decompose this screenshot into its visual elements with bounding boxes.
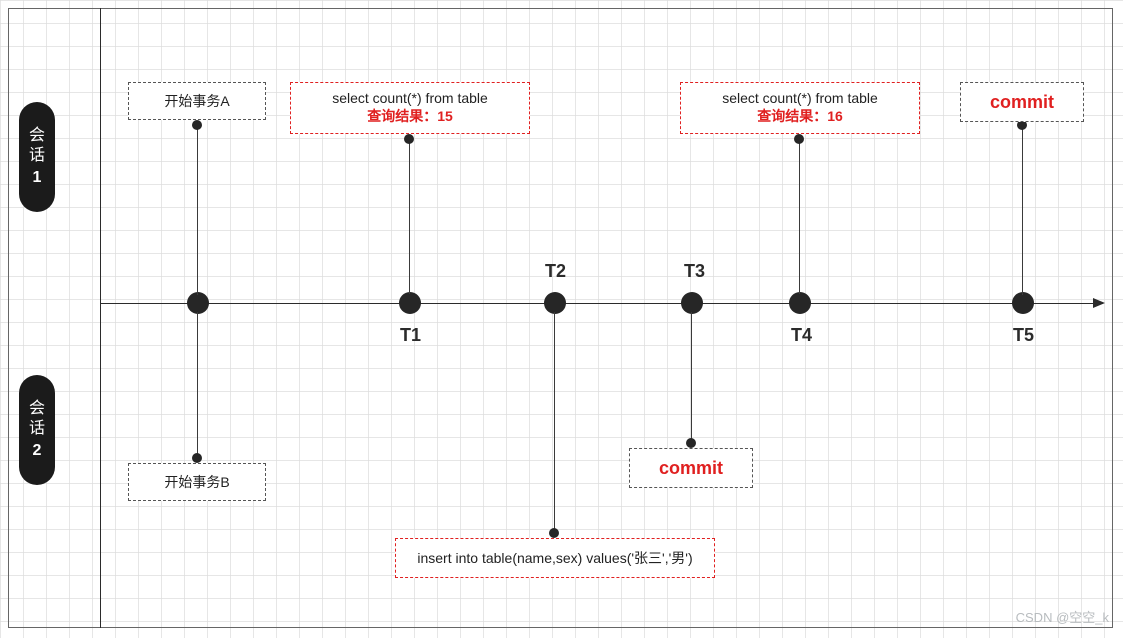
- connector-t0-down: [197, 312, 198, 457]
- tick-label-t3: T3: [684, 261, 705, 282]
- box-start-a-text: 开始事务A: [164, 91, 229, 111]
- connector-dot-t4-up: [794, 134, 804, 144]
- diagram-canvas: 会 话 1 会 话 2 T1 T2 T3 T4 T5 开始事务A 开始事务B s…: [0, 0, 1123, 638]
- connector-t1-up: [409, 138, 410, 294]
- box-insert: insert into table(name,sex) values('张三',…: [395, 538, 715, 578]
- axis-dot-t5: [1012, 292, 1034, 314]
- box-query1-sql: select count(*) from table: [332, 90, 488, 106]
- tick-label-t4: T4: [791, 325, 812, 346]
- box-query1-result: 查询结果：15: [367, 106, 453, 126]
- axis-dot-t3: [681, 292, 703, 314]
- connector-dot-t2-down: [549, 528, 559, 538]
- session-1-num: 1: [33, 170, 42, 186]
- connector-t0-up: [197, 125, 198, 295]
- box-insert-sql: insert into table(name,sex) values('张三',…: [417, 548, 692, 568]
- session-1-char1: 会: [29, 128, 45, 144]
- connector-dot-t1-up: [404, 134, 414, 144]
- box-commit-session1: commit: [960, 82, 1084, 122]
- box-query2-result: 查询结果：16: [757, 106, 843, 126]
- connector-t4-up: [799, 138, 800, 294]
- box-commit-session2: commit: [629, 448, 753, 488]
- connector-t5-up: [1022, 125, 1023, 295]
- box-query2-sql: select count(*) from table: [722, 90, 878, 106]
- session-2-char2: 话: [29, 421, 45, 437]
- tick-label-t2: T2: [545, 261, 566, 282]
- connector-dot-t3-down: [686, 438, 696, 448]
- axis-arrowhead-icon: [1093, 298, 1105, 308]
- session-2-label: 会 话 2: [19, 375, 55, 485]
- vertical-axis: [100, 8, 101, 628]
- connector-dot-t0-down: [192, 453, 202, 463]
- session-1-char2: 话: [29, 148, 45, 164]
- box-start-a: 开始事务A: [128, 82, 266, 120]
- axis-dot-t2: [544, 292, 566, 314]
- connector-dot-t0-up: [192, 120, 202, 130]
- box-start-b: 开始事务B: [128, 463, 266, 501]
- axis-dot-t4: [789, 292, 811, 314]
- axis-dot-t0: [187, 292, 209, 314]
- session-2-char1: 会: [29, 401, 45, 417]
- box-start-b-text: 开始事务B: [164, 472, 229, 492]
- timeline-axis: [100, 303, 1103, 304]
- box-commit-session2-text: commit: [659, 458, 723, 479]
- box-commit-session1-text: commit: [990, 92, 1054, 113]
- watermark: CSDN @空空_k: [1016, 607, 1109, 626]
- axis-dot-t1: [399, 292, 421, 314]
- connector-t3-down: [691, 312, 692, 442]
- session-1-label: 会 话 1: [19, 102, 55, 212]
- box-query1: select count(*) from table 查询结果：15: [290, 82, 530, 134]
- tick-label-t1: T1: [400, 325, 421, 346]
- box-query2: select count(*) from table 查询结果：16: [680, 82, 920, 134]
- tick-label-t5: T5: [1013, 325, 1034, 346]
- session-2-num: 2: [33, 443, 42, 459]
- connector-t2-down: [554, 312, 555, 532]
